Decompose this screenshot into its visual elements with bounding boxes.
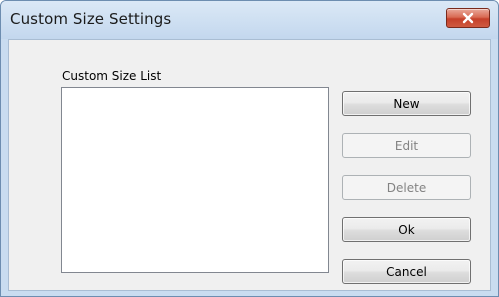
ok-button[interactable]: Ok: [342, 217, 471, 242]
custom-size-listbox[interactable]: [61, 87, 329, 273]
custom-size-list-label: Custom Size List: [62, 69, 162, 83]
dialog-window: Custom Size Settings Custom Size List Ne…: [0, 0, 499, 297]
dialog-body: Custom Size List New Edit Delete Ok Canc…: [8, 39, 491, 291]
delete-button: Delete: [342, 175, 471, 200]
close-button[interactable]: [446, 8, 490, 28]
window-title: Custom Size Settings: [10, 10, 172, 28]
title-bar[interactable]: Custom Size Settings: [1, 1, 498, 39]
edit-button: Edit: [342, 133, 471, 158]
cancel-button[interactable]: Cancel: [342, 259, 471, 284]
new-button[interactable]: New: [342, 91, 471, 116]
close-icon: [462, 12, 474, 24]
